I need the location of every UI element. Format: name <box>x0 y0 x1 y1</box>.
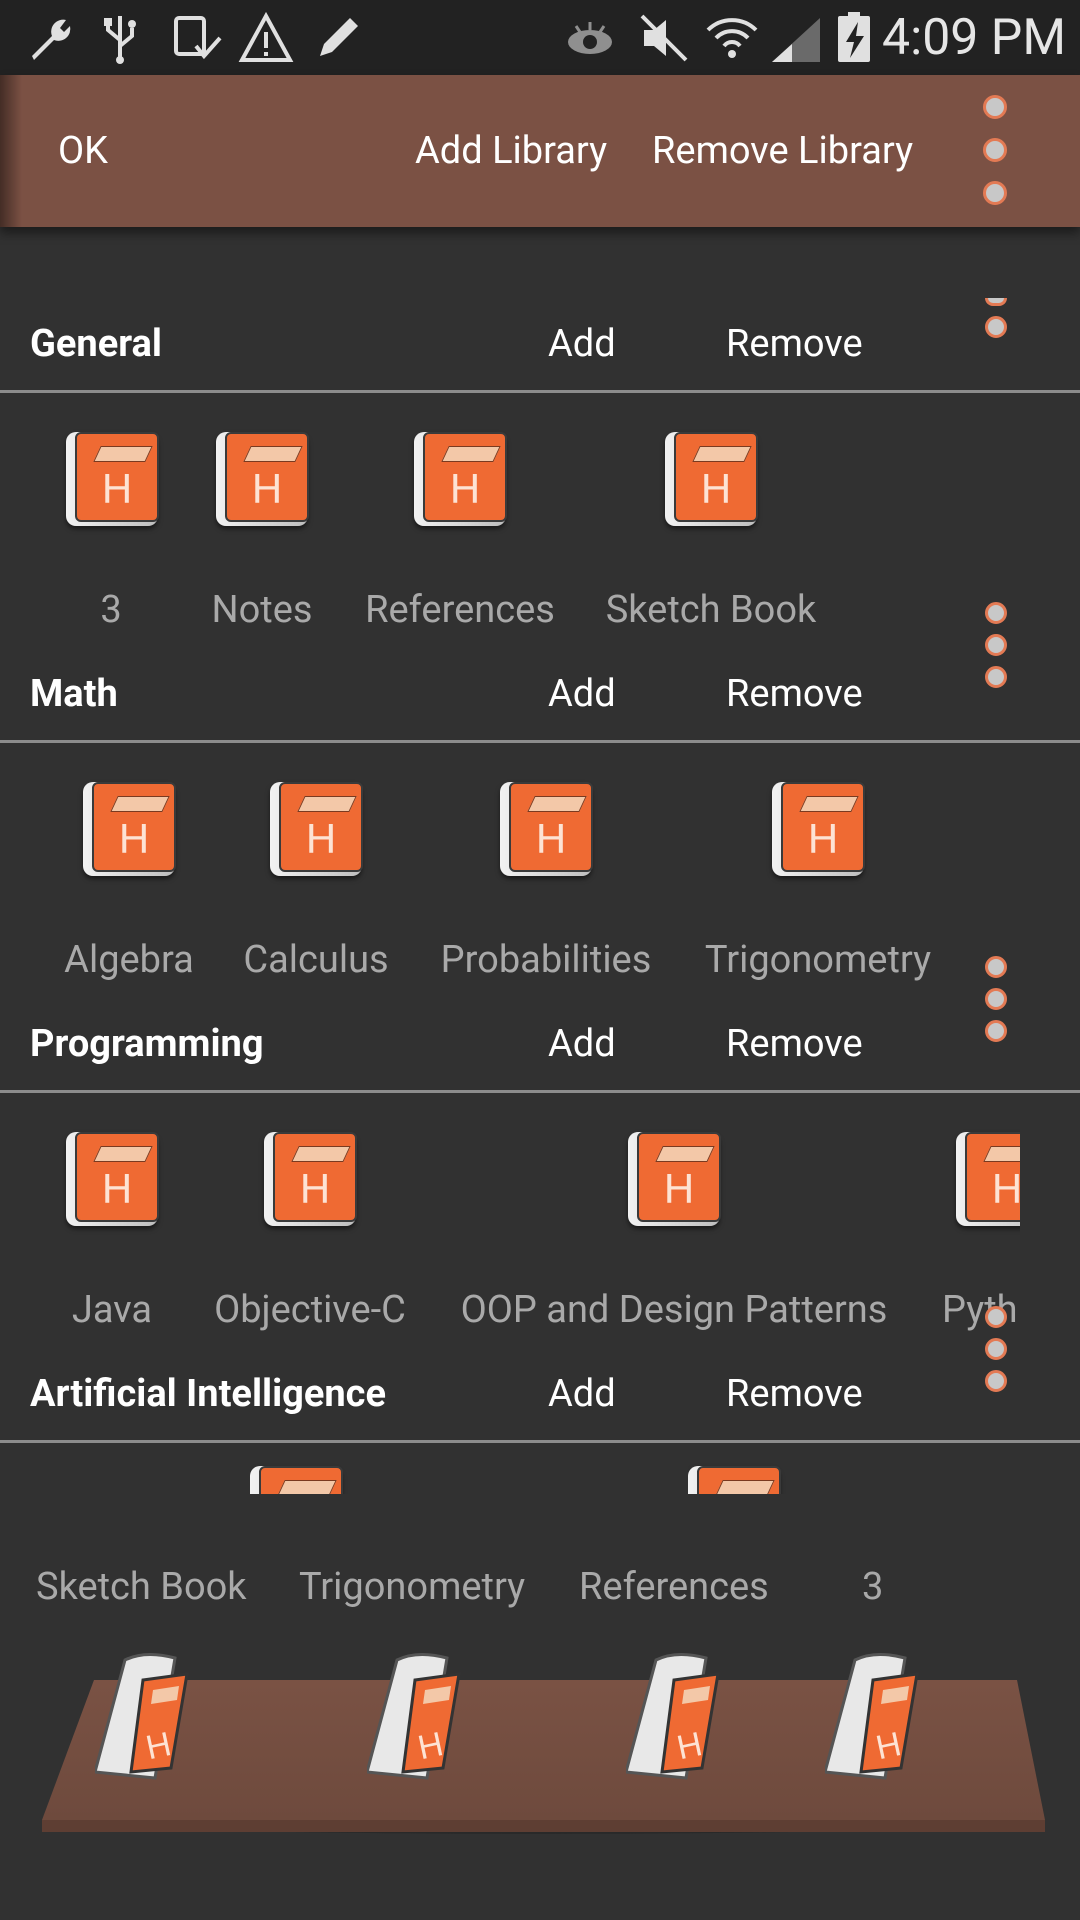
remove-book-button[interactable]: Remove <box>726 672 863 716</box>
section-header: Math Add Remove <box>0 602 1080 743</box>
remove-book-button[interactable]: Remove <box>726 1372 863 1416</box>
shelf-book-label: 3 <box>862 1565 884 1609</box>
notebook-icon: H <box>772 778 872 878</box>
book-label: 3 <box>100 588 122 632</box>
library-section-programming: Programming Add Remove H Java H Objectiv… <box>0 956 1080 1332</box>
section-menu-icon[interactable] <box>985 1306 1015 1402</box>
download-done-icon <box>174 16 222 60</box>
status-bar: 4:09 PM <box>0 0 1080 75</box>
notebook-icon: H <box>216 428 316 528</box>
action-bar: OK Add Library Remove Library <box>0 75 1080 227</box>
library-section-math: Math Add Remove H Algebra H Calculus H P… <box>0 602 1080 982</box>
notebook-icon: H <box>270 778 370 878</box>
book-label: Trigonometry <box>704 938 932 982</box>
shelf-book-icon[interactable]: H <box>95 1650 195 1780</box>
section-menu-icon[interactable] <box>985 956 1015 1052</box>
notebook-icon: H <box>264 1128 364 1228</box>
book-label: Calculus <box>243 938 389 982</box>
book-item-clipped[interactable] <box>250 1462 350 1494</box>
shelf-book-icon[interactable]: H <box>626 1650 726 1780</box>
section-title: Math <box>30 672 118 716</box>
eye-icon <box>568 22 612 54</box>
add-book-button[interactable]: Add <box>548 1022 616 1066</box>
section-title: Artificial Intelligence <box>30 1372 386 1416</box>
warning-icon <box>238 11 294 62</box>
shelf-book-label: Sketch Book <box>36 1565 247 1609</box>
shelf-book-label: References <box>579 1565 769 1609</box>
pencil-icon <box>320 18 358 56</box>
usb-icon <box>104 16 136 64</box>
notebook-icon: H <box>956 1128 1020 1228</box>
notebook-icon: H <box>66 1128 166 1228</box>
section-header: Programming Add Remove <box>0 956 1080 1093</box>
notebook-icon <box>250 1462 350 1494</box>
add-book-button[interactable]: Add <box>548 322 616 366</box>
library-section-artificial-intelligence: Artificial Intelligence Add Remove <box>0 1306 1080 1500</box>
section-title: General <box>30 322 162 366</box>
wifi-icon <box>706 18 758 58</box>
section-header: Artificial Intelligence Add Remove <box>0 1306 1080 1443</box>
shelf-book-icon[interactable]: H <box>367 1650 467 1780</box>
signal-icon <box>772 18 820 62</box>
add-book-button[interactable]: Add <box>548 1372 616 1416</box>
notebook-icon: H <box>665 428 765 528</box>
section-header: General Add Remove <box>0 280 1080 393</box>
book-label: OOP and Design Patterns <box>460 1288 888 1332</box>
notebook-icon: H <box>83 778 183 878</box>
section-menu-icon[interactable] <box>985 298 1015 348</box>
remove-book-button[interactable]: Remove <box>726 1022 863 1066</box>
mute-icon <box>640 14 688 62</box>
book-label: Sketch Book <box>605 588 817 632</box>
section-menu-icon[interactable] <box>985 602 1015 698</box>
notebook-icon <box>688 1462 788 1494</box>
shelf-book-icon[interactable]: H <box>825 1650 925 1780</box>
notebook-icon: H <box>66 428 166 528</box>
section-divider <box>0 1090 1080 1093</box>
book-label: Algebra <box>64 938 194 982</box>
clock: 4:09 PM <box>881 9 1066 67</box>
book-label: Objective-C <box>214 1288 406 1332</box>
wrench-icon <box>32 19 71 60</box>
battery-charging-icon <box>838 12 870 62</box>
add-book-button[interactable]: Add <box>548 672 616 716</box>
book-label: Probabilities <box>440 938 652 982</box>
book-item-clipped[interactable] <box>688 1462 788 1494</box>
section-divider <box>0 740 1080 743</box>
book-label: Java <box>71 1288 153 1332</box>
library-section-general: General Add Remove H 3 H Notes H Referen… <box>0 280 1080 632</box>
remove-library-button[interactable]: Remove Library <box>652 75 913 227</box>
remove-book-button[interactable]: Remove <box>726 322 863 366</box>
notebook-icon: H <box>628 1128 728 1228</box>
shelf-book-label: Trigonometry <box>299 1565 526 1609</box>
overflow-menu-icon[interactable] <box>983 95 1013 224</box>
book-label: References <box>365 588 555 632</box>
notebook-icon: H <box>414 428 514 528</box>
notebook-icon: H <box>500 778 600 878</box>
section-divider <box>0 390 1080 393</box>
section-divider <box>0 1440 1080 1443</box>
ok-button[interactable]: OK <box>58 75 108 227</box>
add-library-button[interactable]: Add Library <box>415 75 607 227</box>
book-label: Notes <box>211 588 313 632</box>
section-title: Programming <box>30 1022 264 1066</box>
